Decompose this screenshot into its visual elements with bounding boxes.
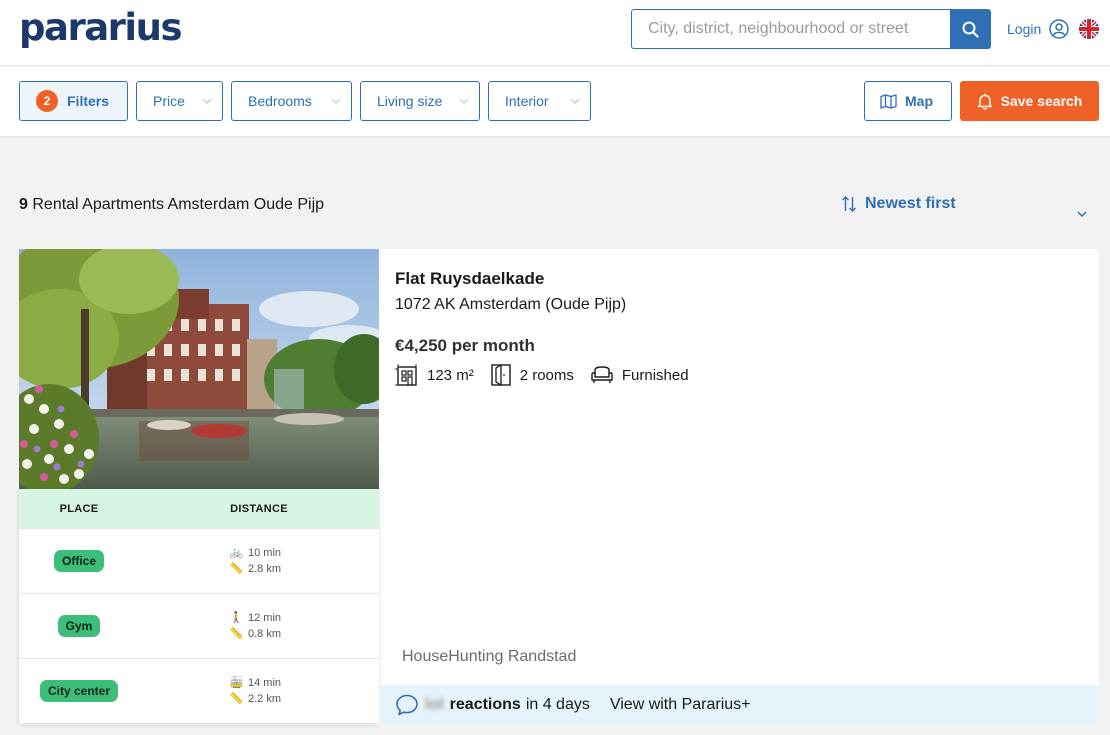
results-count: 9 Rental Apartments Amsterdam Oude Pijp [19,196,324,214]
chevron-down-icon [331,98,341,104]
distance-row: City center 🚋 14 min 📏 2.2 km [19,658,379,723]
reactions-suffix: in 4 days [525,696,590,713]
ruler-icon: 📏 [229,693,244,705]
feature-interior: Furnished [590,365,689,385]
map-icon [880,93,897,109]
results-number: 9 [19,196,28,213]
feature-size-value: 123 m² [427,366,474,384]
sort-arrows-icon [842,196,856,212]
listing-price: €4,250 per month [395,336,535,355]
filter-bar: 2 Filters Price Bedrooms Living size Int… [0,67,1110,137]
login-label: Login [1007,21,1042,37]
feature-rooms: 2 rooms [490,363,574,387]
map-button[interactable]: Map [864,81,952,121]
distance-cell: 🚋 14 min 📏 2.2 km [229,675,281,707]
chevron-down-icon[interactable] [1076,209,1088,219]
distance-table: PLACE DISTANCE Office 🚲 10 min 📏 2.8 km Gy… [19,489,379,723]
place-badge: Gym [57,615,101,637]
travel-time: 12 min [248,612,282,624]
search-input[interactable] [631,9,951,49]
view-with-pararius-plus-link[interactable]: View with Pararius+ [610,696,751,714]
listing-photo[interactable] [19,249,379,489]
search-bar [631,9,991,49]
filters-label: Filters [67,93,110,109]
armchair-icon [591,366,613,383]
floor-plan-icon [395,364,417,386]
bedrooms-filter-dropdown[interactable]: Bedrooms [231,81,352,121]
filters-button[interactable]: 2 Filters [19,81,128,121]
interior-filter-dropdown[interactable]: Interior [488,81,591,121]
distance-table-header: PLACE DISTANCE [19,489,379,528]
map-label: Map [905,93,933,109]
pararius-logo[interactable]: pararius [19,6,182,49]
travel-distance: 0.8 km [248,628,282,640]
door-icon [490,364,511,386]
feature-interior-value: Furnished [621,366,689,384]
place-column-header: PLACE [59,502,99,515]
search-icon [962,21,979,38]
login-link[interactable]: Login [1007,19,1070,39]
bicycle-icon: 🚲 [229,547,244,559]
distance-column-header: DISTANCE [230,502,288,515]
uk-flag-icon[interactable] [1079,19,1099,39]
listing-title[interactable]: Flat Ruysdaelkade [395,269,544,289]
place-badge: City center [39,680,119,702]
listing-address: 1072 AK Amsterdam (Oude Pijp) [395,296,627,313]
travel-distance: 2.2 km [248,693,282,705]
interior-filter-label: Interior [505,93,549,109]
save-search-button[interactable]: Save search [960,81,1099,121]
listing-card: PLACE DISTANCE Office 🚲 10 min 📏 2.8 km Gy… [19,249,1099,725]
ruler-icon: 📏 [229,628,244,640]
living-size-filter-dropdown[interactable]: Living size [360,81,480,121]
sort-label: Newest first [865,195,956,212]
travel-time: 14 min [248,677,282,689]
place-badge: Office [53,550,104,572]
tram-icon: 🚋 [229,677,244,689]
feature-rooms-value: 2 rooms [519,366,574,384]
sort-dropdown[interactable]: Newest first [841,195,956,213]
price-filter-label: Price [153,93,185,109]
distance-row: Gym 🚶 12 min 📏 0.8 km [19,593,379,658]
walking-icon: 🚶 [229,612,244,624]
chevron-down-icon [459,98,469,104]
distance-cell: 🚶 12 min 📏 0.8 km [229,610,281,642]
ruler-icon: 📏 [229,563,244,575]
search-button[interactable] [950,9,991,49]
results-description: Rental Apartments Amsterdam Oude Pijp [32,196,325,213]
chevron-down-icon [202,98,212,104]
bell-icon [977,93,992,110]
bedrooms-filter-label: Bedrooms [248,93,312,109]
listing-agent[interactable]: HouseHunting Randstad [402,648,576,666]
filters-count-badge: 2 [36,90,58,112]
save-search-label: Save search [1000,93,1083,109]
reactions-label: reactions [449,696,521,713]
reactions-bar: lol reactions in 4 days View with Parari… [380,685,1099,725]
chat-bubble-icon [396,694,418,716]
living-size-filter-label: Living size [377,93,443,109]
price-filter-dropdown[interactable]: Price [136,81,223,121]
feature-size: 123 m² [395,363,474,387]
travel-time: 10 min [248,547,282,559]
travel-distance: 2.8 km [248,563,282,575]
hidden-reactions-count: lol [425,696,444,713]
header: pararius Login [0,0,1110,66]
listing-features: 123 m² 2 rooms Furnished [395,363,705,387]
distance-cell: 🚲 10 min 📏 2.8 km [229,545,281,577]
chevron-down-icon [570,98,580,104]
distance-row: Office 🚲 10 min 📏 2.8 km [19,528,379,593]
user-icon [1049,19,1070,39]
